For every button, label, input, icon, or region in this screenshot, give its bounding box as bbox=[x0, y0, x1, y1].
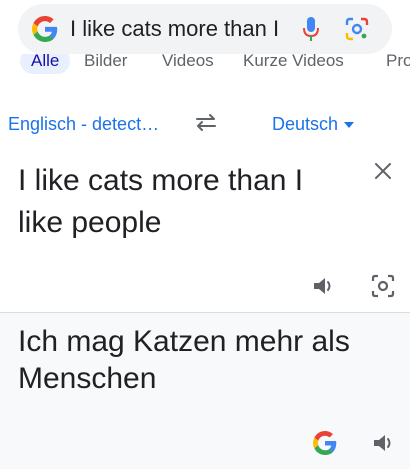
camera-icon[interactable] bbox=[370, 273, 396, 299]
translation-panel: Ich mag Katzen mehr als Menschen bbox=[0, 313, 410, 469]
swap-languages-icon[interactable] bbox=[193, 110, 219, 134]
tab-short-videos[interactable]: Kurze Videos bbox=[243, 54, 344, 74]
source-language-button[interactable]: Englisch - detect… bbox=[8, 114, 159, 135]
search-input[interactable]: I like cats more than I bbox=[70, 16, 278, 42]
mic-icon[interactable] bbox=[300, 15, 322, 43]
lens-icon[interactable] bbox=[344, 16, 370, 42]
search-bar[interactable]: I like cats more than I bbox=[18, 4, 392, 54]
speaker-icon[interactable] bbox=[311, 274, 337, 298]
tab-more[interactable]: Pro bbox=[386, 54, 410, 74]
source-text-panel: I like cats more than I like people bbox=[0, 146, 410, 312]
google-g-icon bbox=[32, 16, 58, 42]
search-query-text: I like cats more than I bbox=[70, 16, 278, 41]
source-text-area[interactable]: I like cats more than I like people bbox=[18, 160, 353, 244]
speaker-icon[interactable] bbox=[371, 431, 397, 455]
tab-all[interactable]: Alle bbox=[20, 54, 71, 74]
target-language-label: Deutsch bbox=[272, 114, 339, 134]
close-icon[interactable] bbox=[372, 160, 394, 182]
search-tabs: Alle Bilder Videos Kurze Videos Pro bbox=[0, 54, 410, 84]
language-selector-row: Englisch - detect… Deutsch bbox=[0, 104, 410, 146]
chevron-down-icon bbox=[344, 121, 355, 128]
tab-images[interactable]: Bilder bbox=[84, 54, 127, 74]
google-g-icon[interactable] bbox=[313, 431, 337, 455]
target-language-button[interactable]: Deutsch bbox=[272, 114, 355, 135]
tab-videos[interactable]: Videos bbox=[162, 54, 214, 74]
translated-text: Ich mag Katzen mehr als Menschen bbox=[18, 325, 350, 395]
